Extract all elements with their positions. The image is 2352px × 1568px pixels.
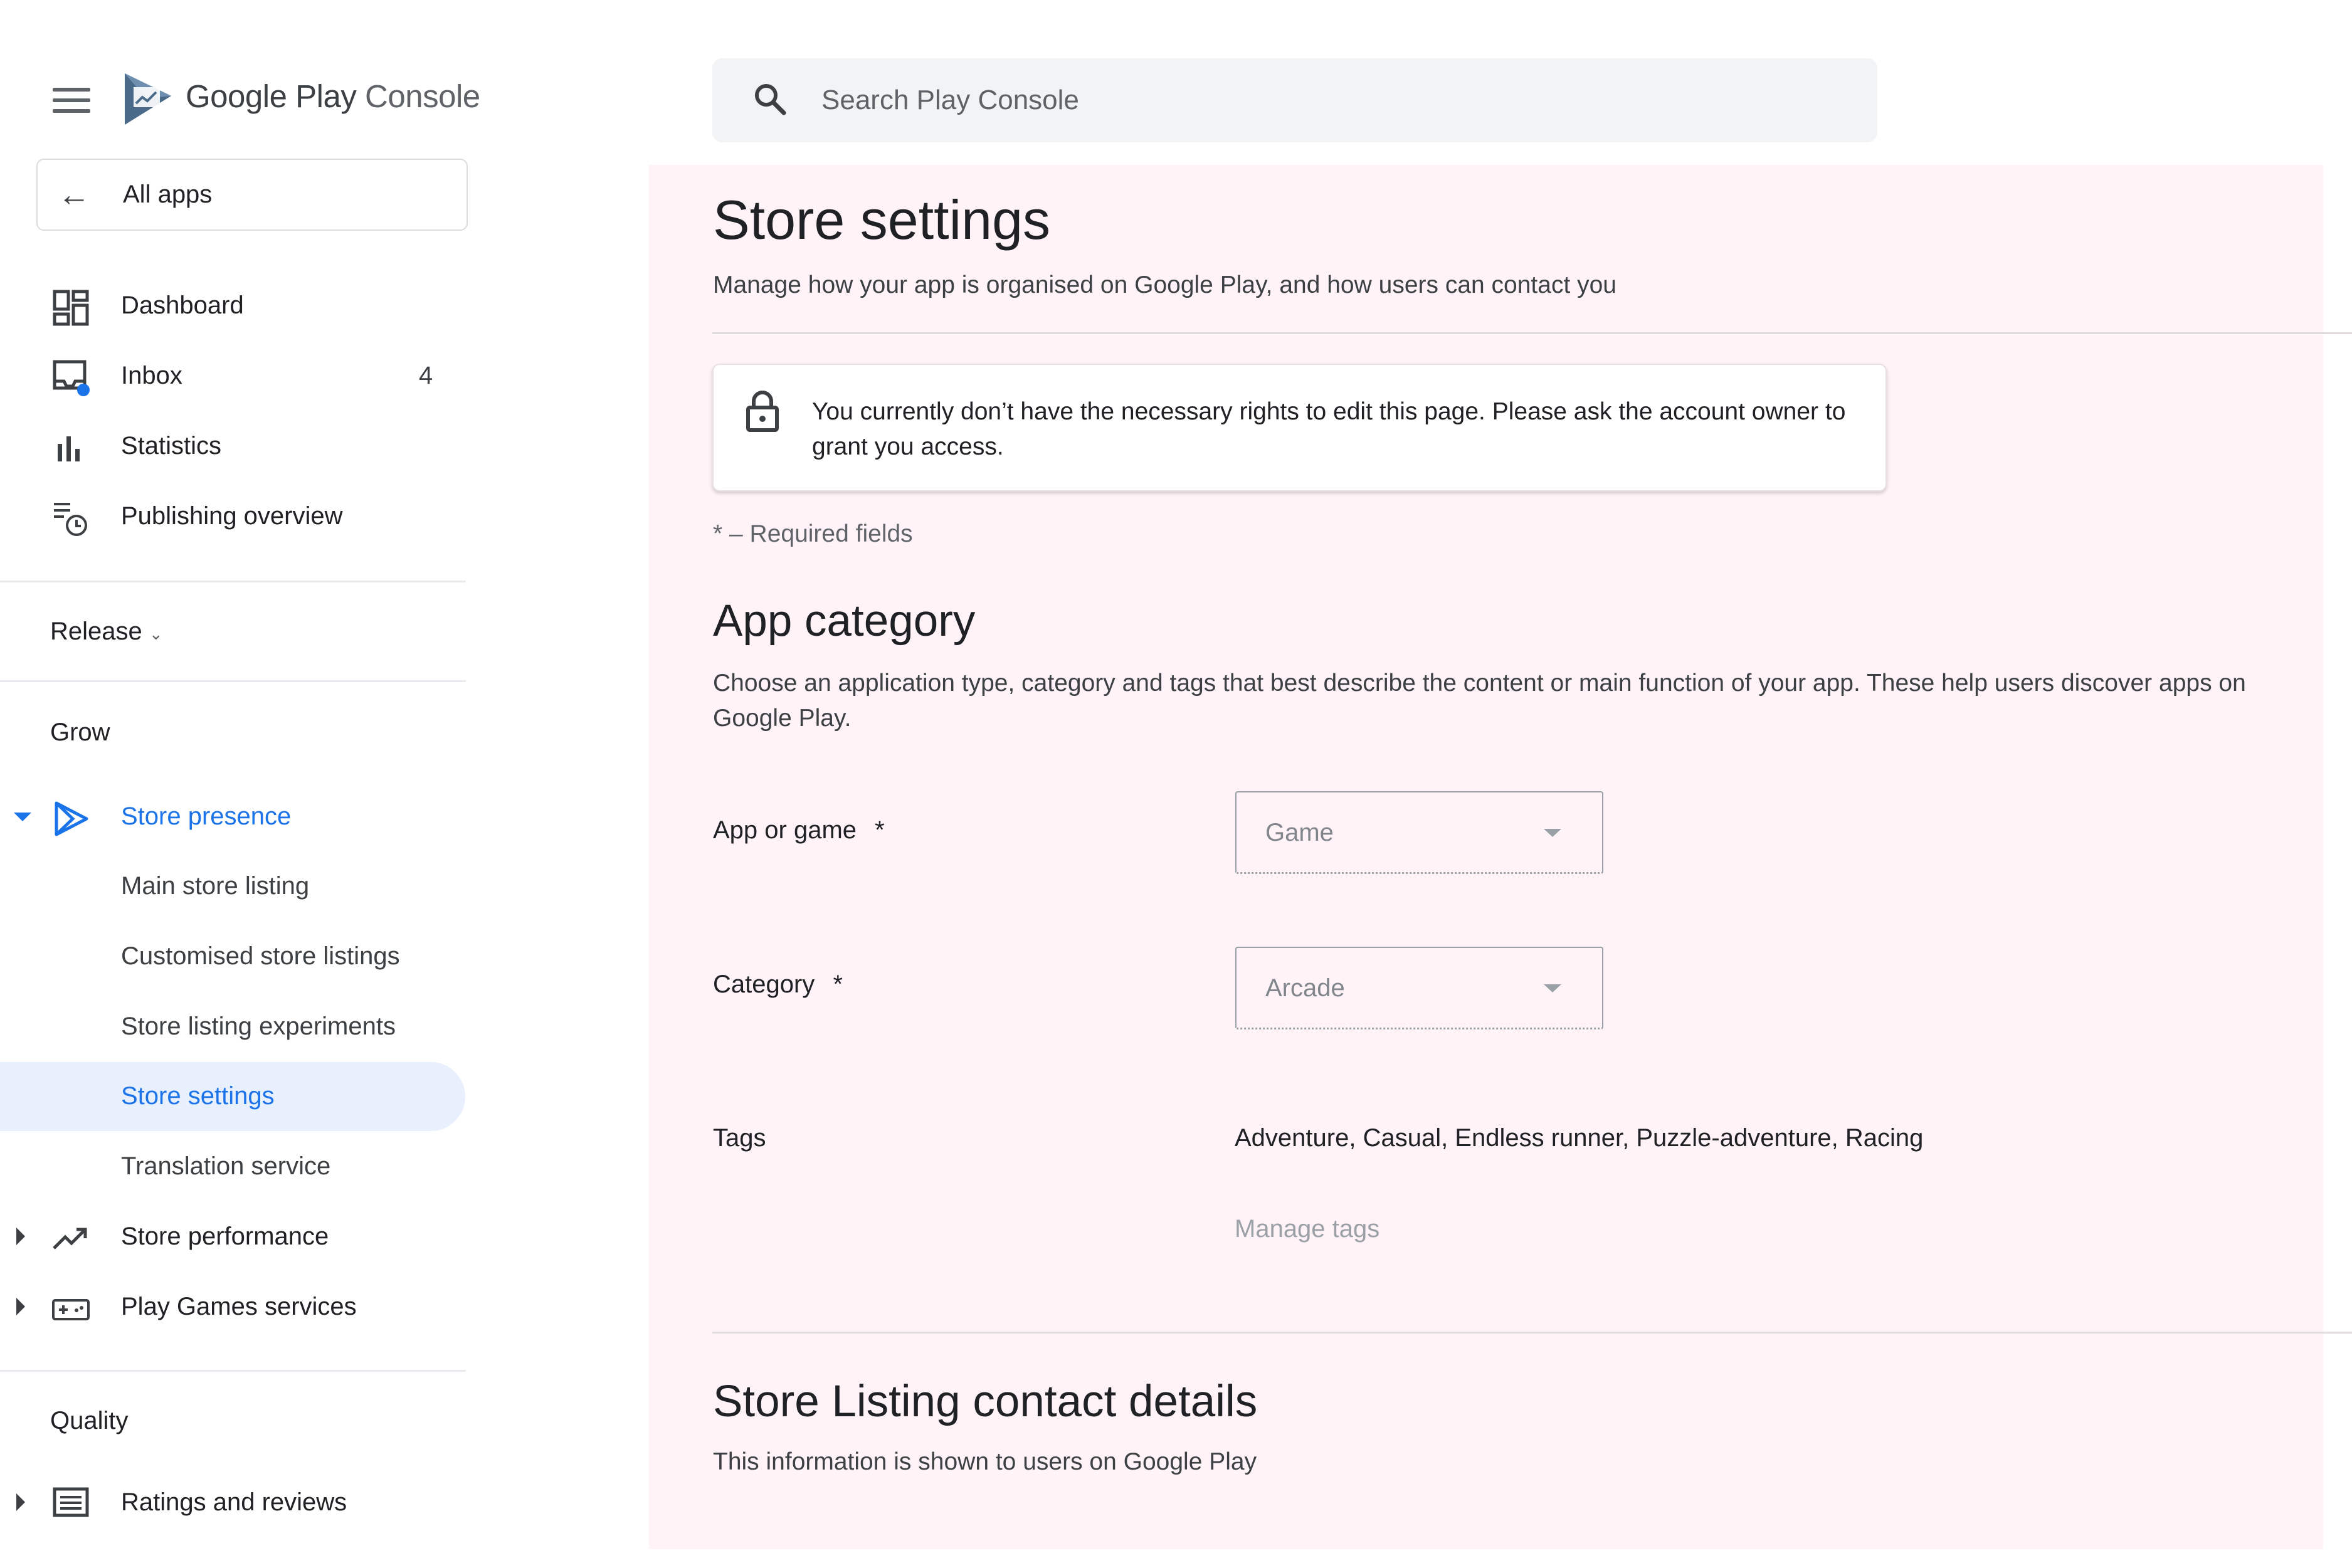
sidebar-item-label: Dashboard bbox=[121, 292, 244, 319]
caret-right-icon bbox=[16, 1493, 25, 1511]
play-store-presence-icon bbox=[51, 799, 90, 838]
sidebar-divider bbox=[0, 581, 466, 582]
search-icon bbox=[751, 80, 789, 118]
select-value: Arcade bbox=[1265, 974, 1345, 1002]
page-title: Store settings bbox=[713, 189, 1051, 251]
sidebar-subitem-customised-store-listings[interactable]: Customised store listings bbox=[0, 922, 465, 991]
permission-notice: You currently don’t have the necessary r… bbox=[712, 364, 1887, 492]
sidebar-item-label: Play Games services bbox=[121, 1293, 357, 1320]
logo-google-text: Google Play bbox=[186, 78, 357, 114]
caret-right-icon bbox=[16, 1228, 25, 1245]
category-label: Category * bbox=[713, 971, 843, 999]
section-label: Release bbox=[50, 618, 142, 645]
sidebar-subitem-store-settings[interactable]: Store settings bbox=[0, 1062, 465, 1131]
sidebar-section-quality: Quality bbox=[50, 1407, 129, 1434]
app-logo-text: Google Play Console bbox=[186, 78, 480, 115]
app-or-game-select[interactable]: Game bbox=[1235, 791, 1603, 874]
reviews-icon bbox=[51, 1485, 90, 1524]
search-bar[interactable] bbox=[712, 58, 1877, 142]
hamburger-menu-icon[interactable] bbox=[49, 82, 94, 119]
sidebar-subitem-translation-service[interactable]: Translation service bbox=[0, 1132, 465, 1201]
search-input[interactable] bbox=[820, 77, 1826, 124]
sidebar-item-dashboard[interactable]: Dashboard bbox=[0, 271, 467, 340]
play-console-logo-icon bbox=[121, 71, 174, 127]
sidebar-divider bbox=[0, 680, 466, 682]
dropdown-arrow-icon bbox=[1544, 829, 1561, 837]
all-apps-label: All apps bbox=[123, 181, 213, 208]
chevron-down-icon: ⌄ bbox=[149, 624, 163, 643]
gamepad-icon bbox=[51, 1290, 90, 1329]
sidebar-item-ratings-and-reviews[interactable]: Ratings and reviews bbox=[0, 1468, 467, 1537]
sidebar-item-label: Publishing overview bbox=[121, 502, 343, 530]
app-category-heading: App category bbox=[713, 596, 976, 646]
field-label-text: Category bbox=[713, 971, 815, 998]
inbox-count-badge: 4 bbox=[419, 362, 433, 389]
field-label-text: App or game bbox=[713, 816, 857, 844]
caret-right-icon bbox=[16, 1298, 25, 1315]
sidebar-item-label: Translation service bbox=[121, 1152, 331, 1180]
app-category-description: Choose an application type, category and… bbox=[713, 670, 2246, 732]
all-apps-button[interactable]: ← All apps bbox=[36, 159, 468, 231]
required-mark: * bbox=[875, 816, 885, 844]
sidebar-item-store-presence[interactable]: Store presence bbox=[0, 782, 467, 851]
tags-value: Adventure, Casual, Endless runner, Puzzl… bbox=[1235, 1124, 1924, 1152]
sidebar-subitem-store-listing-experiments[interactable]: Store listing experiments bbox=[0, 992, 465, 1061]
sidebar-item-label: Main store listing bbox=[121, 872, 310, 900]
sidebar: Google Play Console ← All apps Dashboard… bbox=[0, 0, 480, 1568]
sidebar-item-store-performance[interactable]: Store performance bbox=[0, 1202, 467, 1271]
bar-chart-icon bbox=[51, 429, 90, 468]
contact-details-heading: Store Listing contact details bbox=[713, 1377, 1258, 1426]
tags-label: Tags bbox=[713, 1124, 766, 1152]
caret-down-icon bbox=[14, 813, 31, 821]
sidebar-item-label: Inbox bbox=[121, 362, 182, 389]
sidebar-item-play-games-services[interactable]: Play Games services bbox=[0, 1273, 467, 1342]
publishing-overview-icon bbox=[51, 499, 90, 538]
category-select[interactable]: Arcade bbox=[1235, 947, 1603, 1029]
sidebar-item-publishing-overview[interactable]: Publishing overview bbox=[0, 482, 467, 551]
sidebar-item-label: Store listing experiments bbox=[121, 1013, 396, 1040]
logo-console-text: Console bbox=[365, 78, 480, 114]
sidebar-item-label: Ratings and reviews bbox=[121, 1488, 347, 1516]
sidebar-section-grow: Grow bbox=[50, 718, 110, 746]
sidebar-item-label: Store settings bbox=[121, 1082, 275, 1110]
inbox-icon bbox=[51, 359, 90, 397]
contact-details-description: This information is shown to users on Go… bbox=[713, 1448, 1257, 1475]
select-value: Game bbox=[1265, 819, 1334, 846]
required-mark: * bbox=[833, 971, 843, 998]
manage-tags-button[interactable]: Manage tags bbox=[1235, 1215, 1379, 1243]
trending-up-icon bbox=[51, 1219, 90, 1258]
app-or-game-label: App or game * bbox=[713, 816, 885, 845]
sidebar-item-label: Customised store listings bbox=[121, 942, 400, 970]
sidebar-section-release[interactable]: Release ⌄ bbox=[50, 618, 163, 646]
sidebar-item-statistics[interactable]: Statistics bbox=[0, 412, 467, 481]
section-divider bbox=[712, 332, 2352, 334]
arrow-left-icon: ← bbox=[58, 177, 90, 213]
section-divider bbox=[712, 1332, 2352, 1334]
required-fields-note: * – Required fields bbox=[713, 520, 913, 547]
sidebar-item-label: Store presence bbox=[121, 802, 292, 830]
sidebar-divider bbox=[0, 1370, 466, 1372]
dropdown-arrow-icon bbox=[1544, 984, 1561, 992]
dashboard-icon bbox=[51, 288, 90, 327]
sidebar-item-label: Statistics bbox=[121, 432, 222, 460]
notice-text: You currently don’t have the necessary r… bbox=[812, 398, 1846, 460]
sidebar-item-inbox[interactable]: Inbox 4 bbox=[0, 342, 467, 411]
sidebar-subitem-main-store-listing[interactable]: Main store listing bbox=[0, 852, 465, 921]
page-subtitle: Manage how your app is organised on Goog… bbox=[713, 271, 1617, 298]
sidebar-item-label: Store performance bbox=[121, 1223, 329, 1250]
lock-icon bbox=[745, 390, 780, 434]
